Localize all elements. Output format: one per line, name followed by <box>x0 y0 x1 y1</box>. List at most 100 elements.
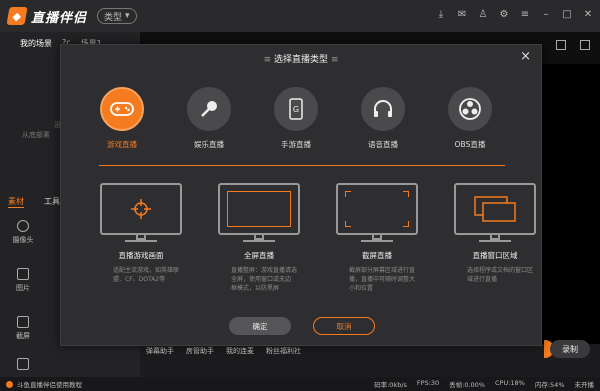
crop-screen-icon <box>336 183 418 235</box>
tool-screenshot[interactable]: 截屏 <box>10 316 36 341</box>
svg-text:G: G <box>293 105 299 114</box>
image-icon <box>17 268 29 280</box>
mode-fullscreen[interactable]: 全屏直播 直播整屏：游戏直播请选 全屏，使用窗口或无边 框模式，以防黑屏 <box>209 183 309 293</box>
phone-cast-icon <box>17 358 29 370</box>
bottom-toolbar: 弹幕助手 房管助手 我的连麦 粉丝福利社 <box>146 346 301 356</box>
download-icon[interactable]: ⤓ <box>435 8 447 20</box>
fullscreen-toggle-icon[interactable] <box>580 40 590 50</box>
material-tabs: 素材 工具 <box>8 196 60 208</box>
mode-crop[interactable]: 截屏直播 截屏部分屏幕区域进行直 播，直播中可随时调整大 小和位置 <box>327 183 427 293</box>
crop-icon <box>17 316 29 328</box>
mode-crop-desc-3: 小和位置 <box>349 285 374 292</box>
douyu-icon <box>6 380 13 388</box>
dialog-title-text: 选择直播类型 <box>273 55 328 65</box>
empty-hint: 没 从底部素 <box>22 120 61 140</box>
status-mem: 内存:54% <box>534 381 565 389</box>
type-entertainment[interactable]: 娱乐直播 <box>184 87 234 150</box>
type-entertainment-label: 娱乐直播 <box>194 140 224 149</box>
tool-cast[interactable] <box>10 358 36 373</box>
mobile-icon: G <box>274 87 318 131</box>
mode-game-capture[interactable]: 直播游戏画面 适配主流游戏，如英雄联 盟、CF、DOTA2等 <box>91 183 191 293</box>
fullscreen-icon <box>218 183 300 235</box>
tab-tools[interactable]: 工具 <box>44 196 60 208</box>
tool-image[interactable]: 图片 <box>10 268 36 293</box>
mic-link-button[interactable]: 我的连麦 <box>226 346 254 356</box>
menu-icon[interactable]: ≡ <box>519 8 531 20</box>
window-region-icon <box>454 183 536 235</box>
settings-icon[interactable]: ⚙ <box>498 8 510 20</box>
status-bar: 斗鱼直播伴侣使用教程 码率:0kb/s FPS:30 丢帧:0.00% CPU:… <box>0 377 600 391</box>
room-manager-button[interactable]: 房管助手 <box>186 346 214 356</box>
side-preview <box>542 64 600 344</box>
minimize-icon[interactable]: – <box>540 8 552 20</box>
status-bitrate: 码率:0kb/s <box>374 381 407 389</box>
logo-icon: ◆ <box>6 7 28 25</box>
mode-fullscreen-desc-3: 框模式，以防黑屏 <box>231 285 280 292</box>
tool-image-label: 图片 <box>16 284 30 292</box>
tool-screenshot-label: 截屏 <box>16 332 30 340</box>
mode-fullscreen-title: 全屏直播 <box>244 251 274 260</box>
mode-window-desc-2: 域进行直播 <box>467 276 498 283</box>
title-bar: ◆ 直播伴侣 类型 ▾ ⤓ ✉ ♙ ⚙ ≡ – □ ✕ <box>0 0 600 32</box>
live-type-list: 游戏直播 娱乐直播 G 手游直播 语音直播 OBS直播 <box>97 87 495 150</box>
mode-window-desc-1: 选择程序或文档的窗口区 <box>467 267 534 274</box>
mode-crop-title: 截屏直播 <box>362 251 392 260</box>
chevron-down-icon: ▾ <box>125 11 130 21</box>
scene-tab-mine[interactable]: 我的场景 <box>20 38 52 49</box>
status-live: 未开播 <box>574 381 595 389</box>
fan-welfare-button[interactable]: 粉丝福利社 <box>266 346 301 356</box>
capture-mode-list: 直播游戏画面 适配主流游戏，如英雄联 盟、CF、DOTA2等 全屏直播 直播整屏… <box>91 183 545 293</box>
shirt-icon[interactable]: ♙ <box>477 8 489 20</box>
message-icon[interactable]: ✉ <box>456 8 468 20</box>
status-cpu: CPU:18% <box>495 379 525 387</box>
divider <box>99 165 505 166</box>
mode-crop-desc-1: 截屏部分屏幕区域进行直 <box>349 267 416 274</box>
crop-corners <box>345 191 409 227</box>
monitor-base <box>479 240 511 242</box>
obs-icon <box>448 87 492 131</box>
type-voice-label: 语音直播 <box>368 140 398 149</box>
mode-fullscreen-desc: 直播整屏：游戏直播请选 全屏，使用窗口或无边 框模式，以防黑屏 <box>209 266 309 293</box>
close-icon[interactable]: × <box>520 49 531 64</box>
gamepad-icon <box>100 87 144 131</box>
mode-game-title: 直播游戏画面 <box>118 251 164 260</box>
mode-window-region[interactable]: 直播窗口区域 选择程序或文档的窗口区 域进行直播 <box>445 183 545 293</box>
status-fps: FPS:30 <box>416 379 440 387</box>
type-voice[interactable]: 语音直播 <box>358 87 408 150</box>
layout-icon[interactable] <box>556 40 566 50</box>
monitor-base <box>361 240 393 242</box>
type-selector-label: 类型 <box>104 12 123 23</box>
mode-fullscreen-desc-2: 全屏，使用窗口或无边 <box>231 276 292 283</box>
confirm-button[interactable]: 确定 <box>229 317 291 335</box>
tab-material[interactable]: 素材 <box>8 196 24 208</box>
danmaku-assistant-button[interactable]: 弹幕助手 <box>146 346 174 356</box>
microphone-icon <box>187 87 231 131</box>
type-game[interactable]: 游戏直播 <box>97 87 147 150</box>
type-mobile-label: 手游直播 <box>281 140 311 149</box>
status-metrics: 码率:0kb/s FPS:30 丢帧:0.00% CPU:18% 内存:54% … <box>374 379 594 389</box>
type-obs-label: OBS直播 <box>454 140 486 149</box>
crosshair-screen-icon <box>100 183 182 235</box>
mode-game-desc-2: 盟、CF、DOTA2等 <box>113 276 166 283</box>
record-button[interactable]: 录制 <box>550 340 590 358</box>
headphones-icon <box>361 87 405 131</box>
mode-crop-desc-2: 播，直播中可随时调整大 <box>349 276 416 283</box>
type-selector[interactable]: 类型 ▾ <box>97 8 137 24</box>
tool-camera[interactable]: 摄像头 <box>10 220 36 245</box>
mode-window-desc: 选择程序或文档的窗口区 域进行直播 <box>445 266 545 284</box>
monitor-base <box>243 240 275 242</box>
type-obs[interactable]: OBS直播 <box>445 87 495 150</box>
mode-crop-desc: 截屏部分屏幕区域进行直 播，直播中可随时调整大 小和位置 <box>327 266 427 293</box>
camera-icon <box>17 220 29 232</box>
preview-toolbar <box>556 40 590 50</box>
maximize-icon[interactable]: □ <box>561 8 573 20</box>
app-title: 直播伴侣 <box>31 10 88 26</box>
mode-game-desc-1: 适配主流游戏，如英雄联 <box>113 267 180 274</box>
window-controls: ⤓ ✉ ♙ ⚙ ≡ – □ ✕ <box>435 8 594 20</box>
cancel-button[interactable]: 取消 <box>313 317 375 335</box>
fullscreen-frame <box>227 191 291 227</box>
tutorial-link[interactable]: 斗鱼直播伴侣使用教程 <box>6 379 82 389</box>
close-window-icon[interactable]: ✕ <box>582 8 594 20</box>
tool-camera-label: 摄像头 <box>12 236 34 244</box>
type-mobile[interactable]: G 手游直播 <box>271 87 321 150</box>
